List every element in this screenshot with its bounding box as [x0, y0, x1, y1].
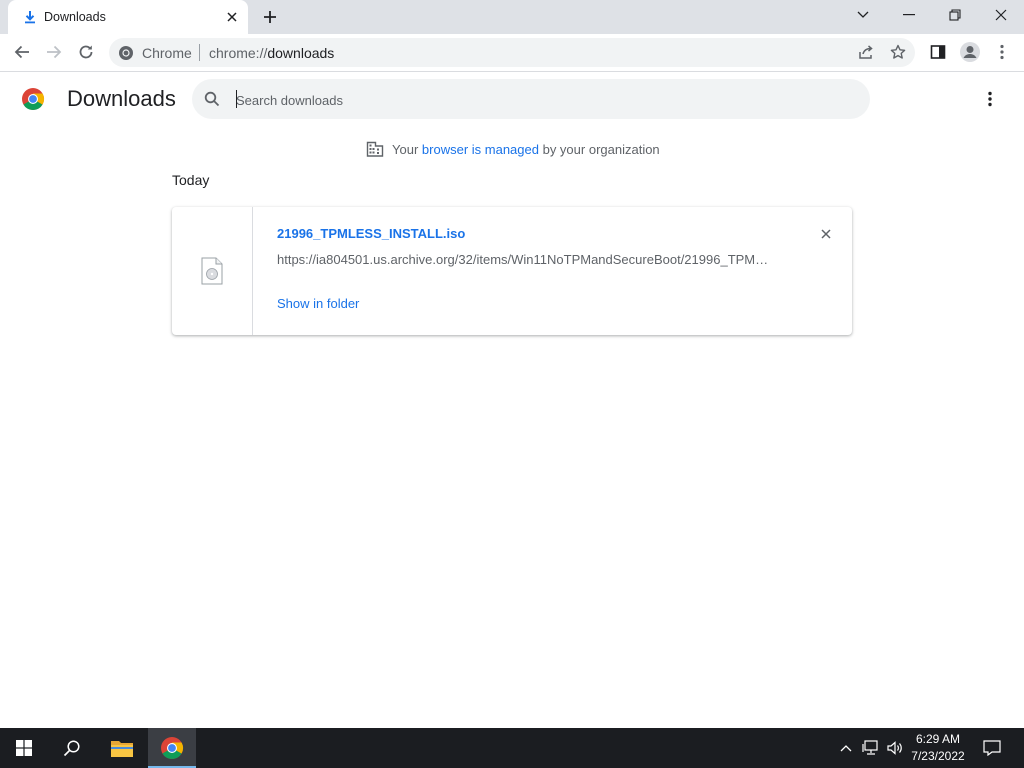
bookmark-star-icon[interactable]	[884, 38, 912, 66]
toolbar: Chrome chrome://downloads	[0, 34, 1024, 72]
managed-suffix: by your organization	[542, 141, 660, 157]
notifications-icon[interactable]	[980, 728, 1004, 768]
download-source-url[interactable]: https://ia804501.us.archive.org/32/items…	[277, 252, 777, 267]
back-icon[interactable]	[8, 38, 36, 66]
tab-title: Downloads	[44, 10, 106, 24]
download-icon	[22, 9, 38, 25]
chrome-menu-icon[interactable]	[988, 38, 1016, 66]
minimize-icon[interactable]	[886, 0, 932, 30]
managed-link[interactable]: browser is managed	[422, 142, 539, 157]
page-title: Downloads	[67, 86, 176, 111]
omnibox-site-label: Chrome	[142, 45, 192, 61]
download-file-name[interactable]: 21996_TPMLESS_INSTALL.iso	[277, 226, 465, 241]
clock-time: 6:29 AM	[915, 732, 961, 746]
show-in-folder-link[interactable]: Show in folder	[277, 296, 359, 311]
more-actions-icon[interactable]	[980, 89, 1000, 109]
remove-download-icon[interactable]	[816, 224, 836, 244]
search-input[interactable]	[236, 90, 836, 110]
omnibox[interactable]: Chrome chrome://downloads	[109, 38, 915, 67]
taskbar-clock[interactable]: 6:29 AM 7/23/2022	[902, 731, 974, 765]
new-tab-icon[interactable]	[259, 6, 281, 28]
chrome-icon	[118, 45, 134, 61]
omnibox-url: chrome://downloads	[209, 45, 335, 61]
taskbar-search-icon[interactable]	[48, 728, 96, 768]
profile-avatar-icon[interactable]	[956, 38, 984, 66]
restore-icon[interactable]	[932, 0, 978, 30]
search-box[interactable]	[192, 79, 870, 119]
show-hidden-icons-icon[interactable]	[836, 728, 856, 768]
tab-strip: Downloads	[0, 0, 1024, 34]
windows-start-icon[interactable]	[0, 728, 48, 768]
file-explorer-icon[interactable]	[98, 728, 146, 768]
file-icon-column	[172, 207, 253, 335]
managed-prefix: Your	[392, 141, 419, 157]
reload-icon[interactable]	[72, 38, 100, 66]
clock-date: 7/23/2022	[911, 749, 965, 763]
share-icon[interactable]	[852, 38, 880, 66]
taskbar: 6:29 AM 7/23/2022	[0, 728, 1024, 768]
tab-downloads[interactable]: Downloads	[8, 0, 248, 34]
downloads-page: Downloads Your browser is managed by you…	[0, 72, 1024, 728]
omnibox-separator	[199, 44, 200, 61]
side-panel-icon[interactable]	[924, 38, 952, 66]
building-icon	[366, 141, 384, 157]
download-item: 21996_TPMLESS_INSTALL.iso https://ia8045…	[172, 207, 852, 335]
managed-notice: Your browser is managed by your organiza…	[366, 140, 660, 158]
close-icon[interactable]	[978, 0, 1024, 30]
text-cursor	[236, 90, 237, 108]
chrome-taskbar-icon[interactable]	[148, 728, 196, 768]
tab-search-icon[interactable]	[840, 0, 886, 30]
tab-close-icon[interactable]	[222, 7, 242, 27]
network-icon[interactable]	[860, 728, 882, 768]
forward-icon[interactable]	[40, 38, 68, 66]
file-icon	[201, 257, 223, 285]
date-header: Today	[172, 172, 210, 188]
search-icon	[204, 91, 220, 107]
chrome-logo-icon	[21, 87, 45, 111]
